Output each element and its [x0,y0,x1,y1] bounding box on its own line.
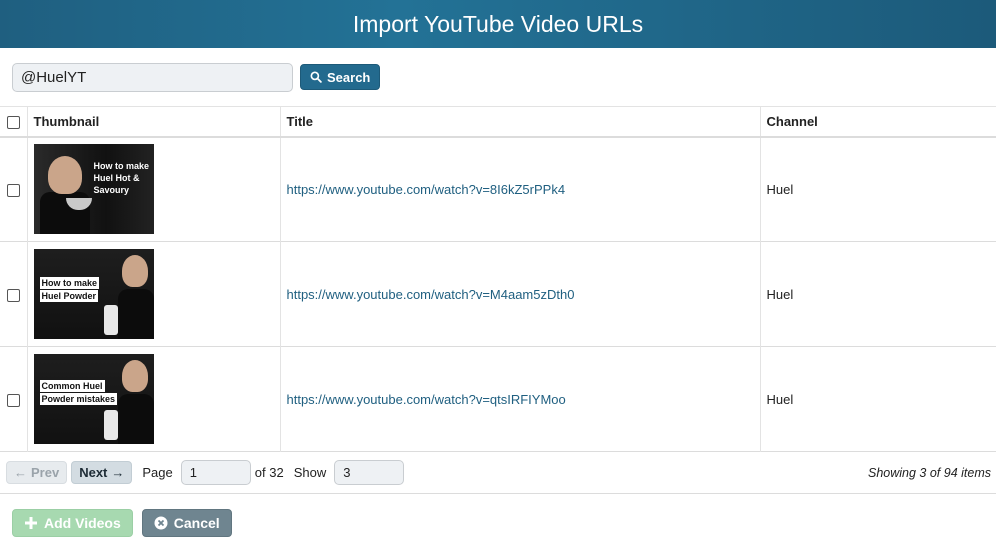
page-count-label: of 32 [254,465,284,480]
column-header-title: Title [280,106,761,137]
arrow-left-icon: ← [14,465,27,480]
table-row: How to make Huel Powder https://www.yout… [0,241,996,347]
video-thumbnail[interactable]: How to make Huel Powder [33,249,154,339]
table-row: How to make Huel Hot & Savoury https://w… [0,136,996,242]
video-url-link[interactable]: https://www.youtube.com/watch?v=8I6kZ5rP… [287,182,566,197]
title-cell: https://www.youtube.com/watch?v=8I6kZ5rP… [280,136,761,242]
column-header-channel: Channel [766,113,818,129]
title-cell: https://www.youtube.com/watch?v=qtsIRFIY… [280,346,761,452]
row-select-cell [0,241,28,347]
search-button[interactable]: Search [300,64,381,90]
thumbnail-caption-line: Common Huel [39,380,105,392]
row-select-cell [0,136,28,242]
row-checkbox[interactable] [6,183,20,197]
channel-cell: Huel [766,286,794,302]
column-header-thumbnail: Thumbnail [27,106,281,137]
table-row: Common Huel Powder mistakes https://www.… [0,346,996,452]
title-cell: https://www.youtube.com/watch?v=M4aam5zD… [280,241,761,347]
add-videos-button[interactable]: Add Videos [12,509,133,537]
page-size-input[interactable]: 3 [334,460,405,485]
show-label: Show [293,465,327,480]
page-label: Page [142,465,173,480]
dialog-header: Import YouTube Video URLs [0,0,996,48]
prev-page-button[interactable]: ← Prev [6,461,68,484]
thumbnail-caption-line: How to make [93,161,150,172]
page-number-input[interactable]: 1 [180,460,251,485]
next-page-button[interactable]: Next → [71,461,133,484]
channel-cell: Huel [766,391,794,407]
dialog-title: Import YouTube Video URLs [352,10,644,37]
row-checkbox[interactable] [6,393,20,407]
search-input[interactable] [12,62,293,92]
row-checkbox[interactable] [6,288,20,302]
search-bar: Search [0,48,996,106]
cancel-label: Cancel [173,515,220,531]
thumbnail-caption-line: Powder mistakes [39,393,118,405]
select-all-checkbox[interactable] [6,115,20,129]
thumbnail-cell: How to make Huel Hot & Savoury [27,136,281,242]
items-summary: Showing 3 of 94 items [868,465,991,480]
row-select-cell [0,346,28,452]
thumbnail-caption-line: Huel Hot & [93,173,140,184]
dialog-footer: Add Videos Cancel [0,494,996,548]
cancel-button[interactable]: Cancel [141,509,232,537]
plus-icon [25,517,37,529]
search-icon [310,71,322,83]
video-thumbnail[interactable]: Common Huel Powder mistakes [33,354,154,444]
thumbnail-cell: Common Huel Powder mistakes [27,346,281,452]
thumbnail-cell: How to make Huel Powder [27,241,281,347]
arrow-right-icon: → [111,465,125,480]
pagination-bar: ← Prev Next → Page 1 of 32 Show 3 Showin… [0,452,996,494]
close-circle-icon [154,516,168,530]
thumbnail-caption-line: Savoury [93,185,130,196]
video-url-link[interactable]: https://www.youtube.com/watch?v=qtsIRFIY… [287,392,566,407]
next-page-label: Next [79,465,108,480]
select-all-cell [0,106,28,137]
video-url-link[interactable]: https://www.youtube.com/watch?v=M4aam5zD… [287,287,575,302]
table-header-row: Thumbnail Title Channel [0,106,996,137]
video-thumbnail[interactable]: How to make Huel Hot & Savoury [33,144,154,235]
channel-cell: Huel [766,181,794,197]
video-table: Thumbnail Title Channel How to make Huel… [0,106,996,452]
thumbnail-caption-line: How to make [39,277,100,289]
thumbnail-caption-line: Huel Powder [39,290,99,302]
search-button-label: Search [327,69,371,85]
add-videos-label: Add Videos [44,515,121,531]
prev-page-label: Prev [31,465,60,480]
